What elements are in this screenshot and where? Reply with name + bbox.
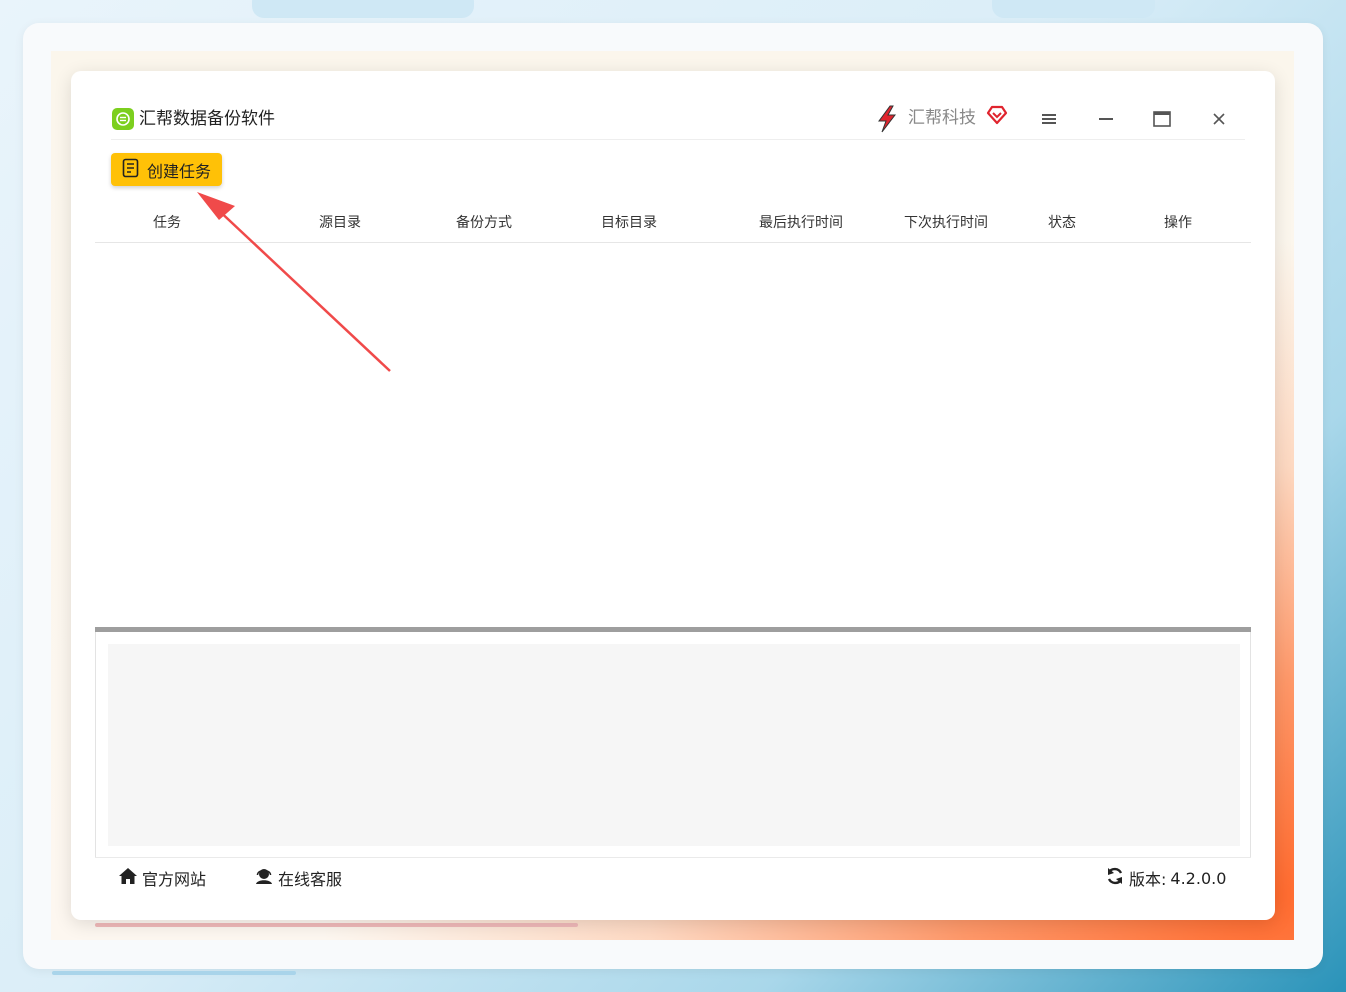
headset-user-icon — [254, 867, 274, 889]
decorative-strip — [52, 971, 296, 975]
green-chat-icon — [112, 108, 134, 130]
heart-diamond-icon[interactable] — [986, 104, 1008, 126]
column-header-backup-mode[interactable]: 备份方式 — [456, 212, 512, 232]
lightning-logo-icon — [874, 105, 900, 133]
column-header-task[interactable]: 任务 — [153, 212, 181, 232]
online-support-label: 在线客服 — [278, 870, 343, 889]
brand-name: 汇帮科技 — [908, 108, 976, 128]
column-header-target-dir[interactable]: 目标目录 — [601, 212, 657, 232]
hamburger-icon[interactable] — [1037, 107, 1061, 131]
create-task-label: 创建任务 — [147, 161, 212, 181]
version-info: 版本: 4.2.0.0 — [1105, 866, 1226, 890]
create-task-button[interactable]: 创建任务 — [111, 153, 222, 186]
official-website-label: 官方网站 — [142, 870, 207, 889]
table-header: 任务 源目录 备份方式 目标目录 最后执行时间 下次执行时间 状态 操作 — [95, 201, 1251, 243]
title-bar: 汇帮数据备份软件 汇帮科技 — [111, 101, 1245, 140]
version-label: 版本: — [1129, 870, 1167, 889]
document-edit-icon — [122, 158, 140, 182]
column-header-last-run[interactable]: 最后执行时间 — [759, 212, 843, 232]
background-pill — [252, 0, 474, 18]
refresh-icon[interactable] — [1105, 866, 1125, 890]
minus-icon[interactable] — [1094, 107, 1118, 131]
log-panel — [95, 632, 1251, 858]
log-area — [108, 644, 1240, 846]
decorative-strip — [95, 923, 578, 927]
footer-divider — [95, 857, 1251, 858]
version-value: 4.2.0.0 — [1170, 868, 1227, 888]
online-support-link[interactable]: 在线客服 — [254, 866, 342, 890]
close-icon[interactable] — [1207, 107, 1231, 131]
official-website-link[interactable]: 官方网站 — [118, 866, 206, 890]
window-icon[interactable] — [1150, 107, 1174, 131]
column-header-actions[interactable]: 操作 — [1164, 212, 1192, 232]
background-pill — [992, 0, 1155, 18]
app-window: 汇帮数据备份软件 汇帮科技 创建任务 任务 源目录 备份方式 目标目录 最后执行… — [71, 71, 1275, 920]
column-header-next-run[interactable]: 下次执行时间 — [904, 212, 988, 232]
column-header-status[interactable]: 状态 — [1048, 212, 1076, 232]
column-header-source-dir[interactable]: 源目录 — [319, 212, 361, 232]
app-title: 汇帮数据备份软件 — [139, 109, 275, 129]
home-icon — [118, 867, 138, 889]
